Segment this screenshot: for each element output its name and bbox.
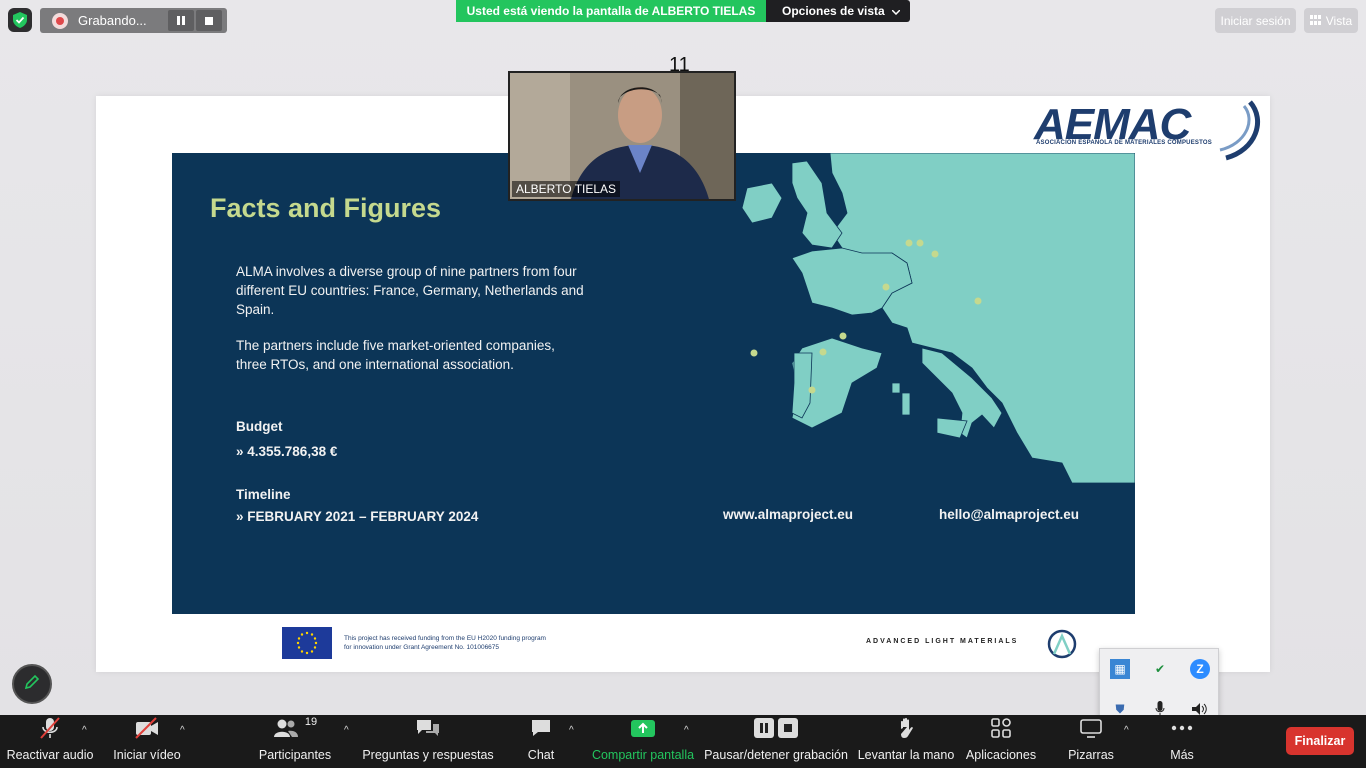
alma-logo-icon [1047, 629, 1077, 659]
video-options-caret-icon[interactable]: ^ [180, 725, 185, 736]
chat-label: Chat [527, 748, 555, 762]
tray-app-icon[interactable]: ▦ [1110, 659, 1130, 679]
facts-panel: Facts and Figures ALMA involves a divers… [172, 153, 1135, 614]
participants-options-caret-icon[interactable]: ^ [344, 725, 349, 736]
timeline-value: » FEBRUARY 2021 – FEBRUARY 2024 [236, 509, 479, 524]
speaker-name-label: ALBERTO TIELAS [512, 181, 621, 197]
eu-flag-icon [282, 627, 332, 659]
participants-button[interactable]: 19 Participantes [258, 715, 332, 768]
qa-button[interactable]: Preguntas y respuestas [362, 715, 494, 768]
chat-button[interactable]: Chat [522, 715, 560, 768]
sign-in-label: Iniciar sesión [1220, 13, 1291, 28]
funding-footer: This project has received funding from t… [282, 627, 554, 659]
security-shield-icon[interactable] [8, 8, 32, 32]
participants-icon: 19 [273, 716, 317, 740]
stop-recording-button[interactable] [196, 10, 222, 31]
sign-in-button[interactable]: Iniciar sesión [1215, 8, 1296, 33]
budget-label: Budget [236, 419, 283, 434]
raise-hand-label: Levantar la mano [857, 748, 955, 762]
annotate-button[interactable] [12, 664, 52, 704]
tray-check-icon[interactable]: ✔ [1150, 659, 1170, 679]
whiteboard-icon [1080, 716, 1102, 740]
recording-label: Grabando... [78, 13, 147, 28]
recording-indicator: Grabando... [40, 8, 227, 33]
view-label: Vista [1325, 13, 1353, 28]
pause-recording-button[interactable] [168, 10, 194, 31]
chevron-down-icon [891, 4, 901, 18]
pencil-icon [24, 674, 40, 695]
timeline-label: Timeline [236, 487, 291, 502]
whiteboards-button[interactable]: Pizarras [1066, 715, 1116, 768]
whiteboards-options-caret-icon[interactable]: ^ [1124, 725, 1129, 736]
grid-icon [1309, 14, 1321, 28]
more-button[interactable]: Más [1164, 715, 1200, 768]
apps-button[interactable]: Aplicaciones [964, 715, 1038, 768]
meeting-toolbar: Reactivar audio ^ Iniciar vídeo ^ 19 Par… [0, 715, 1366, 768]
share-screen-label: Compartir pantalla [591, 748, 695, 762]
participants-count: 19 [304, 716, 318, 728]
camera-off-icon [134, 716, 160, 740]
whiteboards-label: Pizarras [1068, 748, 1114, 762]
view-options-label: Opciones de vista [782, 4, 885, 18]
funding-text: This project has received funding from t… [344, 635, 546, 651]
alma-tagline: ADVANCED LIGHT MATERIALS [866, 638, 1019, 645]
participants-label: Participantes [258, 748, 332, 762]
share-screen-icon [630, 716, 656, 740]
pause-stop-recording-label: Pausar/detener grabación [704, 748, 848, 762]
chat-options-caret-icon[interactable]: ^ [569, 725, 574, 736]
end-meeting-button[interactable]: Finalizar [1286, 727, 1354, 755]
partners-paragraph: ALMA involves a diverse group of nine pa… [236, 264, 584, 317]
viewing-screen-label: Usted está viendo la pantalla de ALBERTO… [456, 0, 766, 22]
budget-value: » 4.355.786,38 € [236, 444, 338, 459]
apps-icon [991, 716, 1011, 740]
qa-label: Preguntas y respuestas [362, 748, 494, 762]
share-options-caret-icon[interactable]: ^ [684, 725, 689, 736]
start-video-button[interactable]: Iniciar vídeo [112, 715, 182, 768]
more-dots-icon [1171, 716, 1193, 740]
end-meeting-label: Finalizar [1294, 734, 1346, 748]
recording-dot-icon [52, 12, 68, 29]
slide-title: Facts and Figures [210, 193, 442, 223]
view-button[interactable]: Vista [1304, 8, 1358, 33]
screen-share-banner: Usted está viendo la pantalla de ALBERTO… [456, 0, 910, 22]
qa-bubbles-icon [415, 716, 441, 740]
aemac-logo: AEMAC ASOCIACIÓN ESPAÑOLA DE MATERIALES … [1034, 98, 1264, 161]
more-label: Más [1170, 748, 1194, 762]
microphone-muted-icon [39, 716, 61, 740]
raise-hand-button[interactable]: Levantar la mano [858, 715, 954, 768]
chat-bubble-icon [530, 716, 552, 740]
unmute-audio-label: Reactivar audio [6, 748, 94, 762]
start-video-label: Iniciar vídeo [113, 748, 181, 762]
audio-options-caret-icon[interactable]: ^ [82, 725, 87, 736]
unmute-audio-button[interactable]: Reactivar audio [6, 715, 94, 768]
partners-detail-paragraph: The partners include five market-oriente… [236, 338, 555, 372]
zoom-tray-icon[interactable]: Z [1190, 659, 1210, 679]
pause-stop-icon [754, 716, 798, 740]
share-screen-button[interactable]: Compartir pantalla [592, 715, 694, 768]
speaker-video-thumbnail[interactable]: ALBERTO TIELAS [508, 71, 736, 201]
europe-map [741, 153, 1135, 483]
shared-screen-stage: Grabando... Usted está viendo la pantall… [0, 0, 1366, 726]
aemac-logo-subtitle: ASOCIACIÓN ESPAÑOLA DE MATERIALES COMPUE… [1036, 140, 1212, 146]
hand-icon [897, 716, 915, 740]
email-text: hello@almaproject.eu [939, 507, 1079, 522]
view-options-button[interactable]: Opciones de vista [766, 0, 910, 22]
website-text: www.almaproject.eu [723, 507, 854, 522]
apps-label: Aplicaciones [965, 748, 1037, 762]
pause-stop-recording-button[interactable]: Pausar/detener grabación [704, 715, 848, 768]
